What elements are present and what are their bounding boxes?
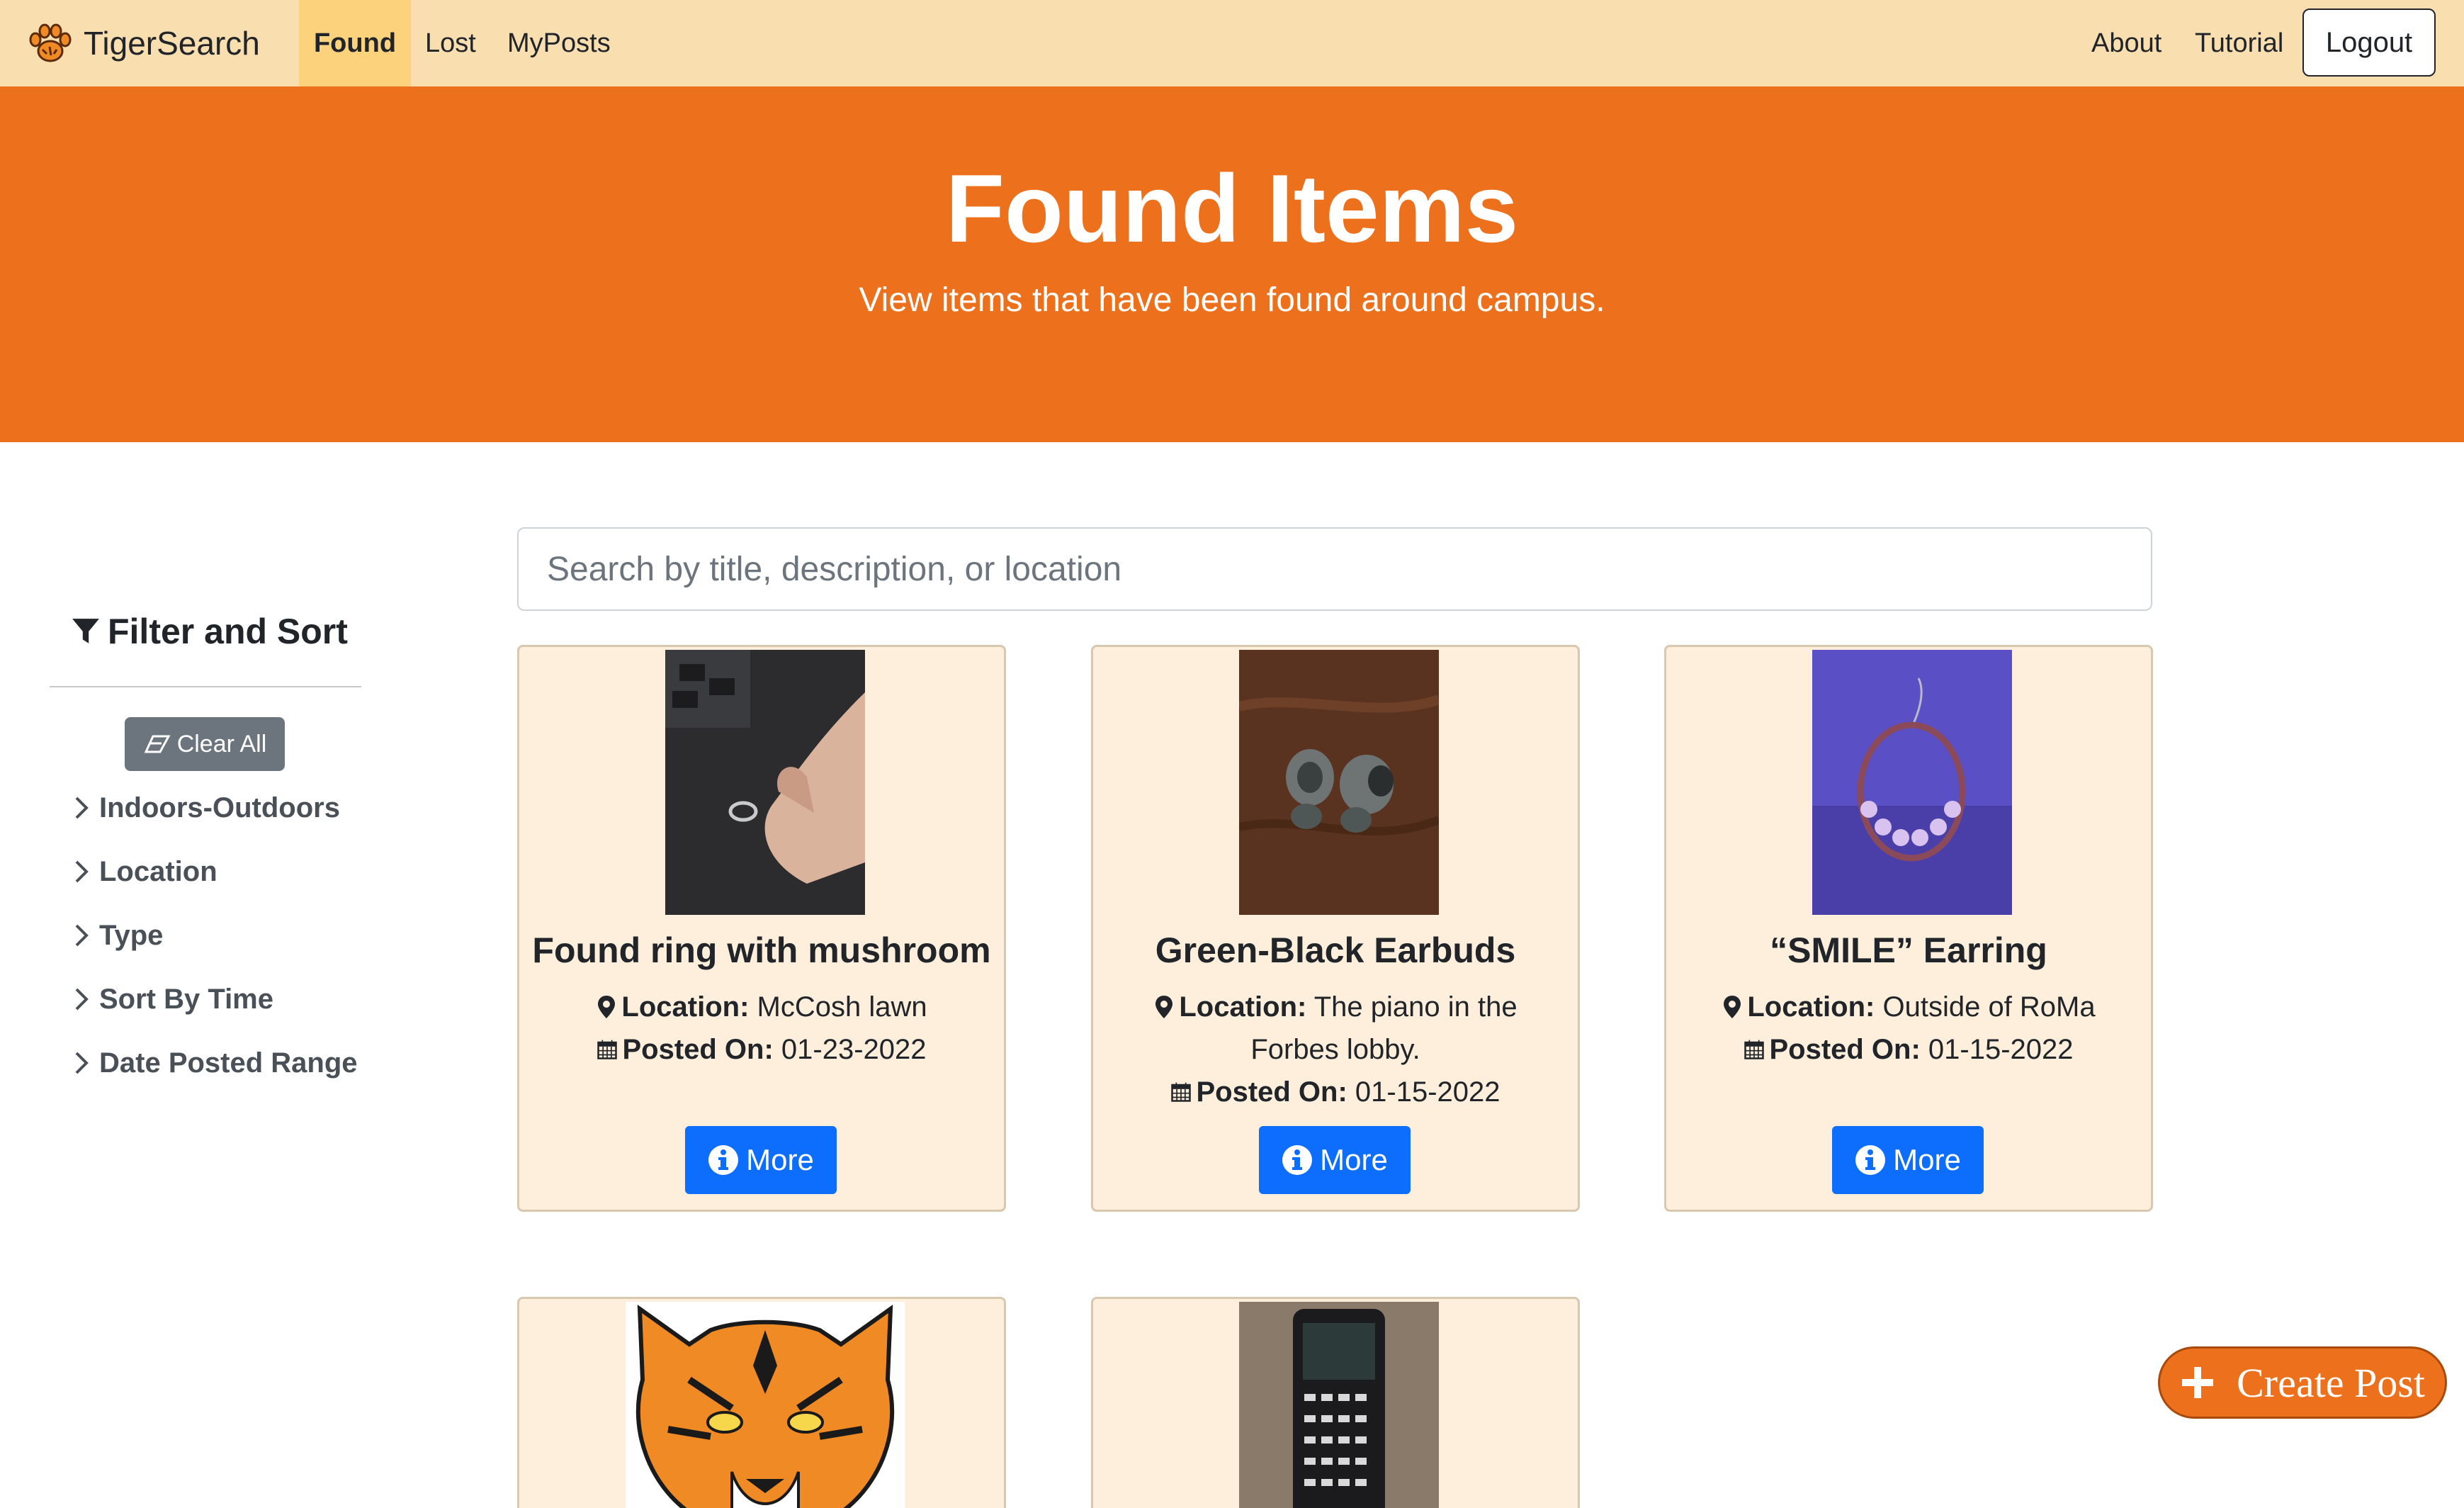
nav-lost[interactable]: Lost (425, 0, 476, 86)
nav-tutorial[interactable]: Tutorial (2195, 0, 2283, 86)
more-button[interactable]: More (685, 1126, 837, 1194)
nav-myposts[interactable]: MyPosts (507, 0, 611, 86)
item-card[interactable] (1091, 1297, 1580, 1508)
filter-sort-title: Filter and Sort (108, 612, 348, 651)
item-card[interactable]: “SMILE” Earring Location: Outside of RoM… (1664, 645, 2153, 1212)
item-location: McCosh lawn (757, 991, 927, 1023)
chevron-right-icon (75, 797, 89, 819)
item-posted-date: 01-15-2022 (1928, 1034, 2074, 1065)
more-button[interactable]: More (1259, 1126, 1411, 1194)
page-subtitle: View items that have been found around c… (859, 281, 1605, 319)
item-posted-date: 01-23-2022 (781, 1034, 927, 1065)
item-details: Location: Outside of RoMa Posted On: 01-… (1680, 986, 2137, 1071)
brand-name: TigerSearch (84, 25, 260, 62)
chevron-right-icon (75, 988, 89, 1011)
filter-indoors-outdoors[interactable]: Indoors-Outdoors (71, 787, 340, 829)
item-posted-date: 01-15-2022 (1355, 1076, 1501, 1108)
calendar-icon (597, 1040, 618, 1059)
item-location-line: Location: Outside of RoMa (1680, 986, 2137, 1028)
create-post-button[interactable]: Create Post (2158, 1346, 2447, 1419)
info-icon (1282, 1145, 1313, 1175)
more-label: More (746, 1143, 814, 1176)
nav-found[interactable]: Found (299, 0, 411, 86)
create-post-label: Create Post (2237, 1359, 2425, 1406)
filter-label: Type (99, 919, 164, 951)
item-location-line: Location: McCosh lawn (533, 986, 990, 1028)
filter-location[interactable]: Location (71, 850, 217, 893)
filter-label: Location (99, 855, 217, 887)
item-location: Outside of RoMa (1882, 991, 2096, 1023)
filter-divider (50, 686, 361, 687)
filter-sort-heading: Filter and Sort (71, 609, 348, 653)
plus-icon (2182, 1367, 2214, 1398)
info-icon (1855, 1145, 1886, 1175)
posted-on-label: Posted On: (622, 1034, 774, 1065)
chevron-right-icon (75, 860, 89, 883)
filter-label: Indoors-Outdoors (99, 792, 340, 823)
more-label: More (1320, 1143, 1388, 1176)
item-photo-earring (1812, 650, 2012, 915)
item-card[interactable] (517, 1297, 1006, 1508)
item-title: “SMILE” Earring (1770, 930, 2047, 970)
item-details: Location: McCosh lawn Posted On: 01-23-2… (533, 986, 990, 1071)
location-label: Location: (1747, 991, 1875, 1023)
posted-on-label: Posted On: (1769, 1034, 1921, 1065)
item-details: Location: The piano in the Forbes lobby.… (1107, 986, 1564, 1113)
filter-label: Sort By Time (99, 983, 273, 1015)
search-input[interactable] (517, 527, 2152, 611)
item-photo-calculator (1239, 1302, 1439, 1508)
filter-date-posted-range[interactable]: Date Posted Range (71, 1042, 358, 1084)
location-label: Location: (621, 991, 750, 1023)
filter-sort-by-time[interactable]: Sort By Time (71, 978, 273, 1020)
posted-on-label: Posted On: (1196, 1076, 1347, 1108)
hero-banner: Found Items View items that have been fo… (0, 86, 2464, 442)
calendar-icon (1744, 1040, 1765, 1059)
item-photo-tiger (626, 1302, 905, 1508)
chevron-right-icon (75, 924, 89, 947)
nav-about[interactable]: About (2091, 0, 2161, 86)
tiger-paw-icon (29, 23, 72, 62)
clear-all-button[interactable]: Clear All (125, 717, 285, 771)
filter-icon (72, 619, 99, 643)
more-label: More (1893, 1143, 1961, 1176)
item-posted-line: Posted On: 01-23-2022 (533, 1028, 990, 1071)
brand-link[interactable]: TigerSearch (26, 18, 260, 68)
item-title: Found ring with mushroom (532, 930, 991, 970)
map-pin-icon (1724, 996, 1741, 1018)
map-pin-icon (598, 996, 616, 1018)
item-posted-line: Posted On: 01-15-2022 (1107, 1071, 1564, 1113)
item-card[interactable]: Found ring with mushroom Location: McCos… (517, 645, 1006, 1212)
calendar-icon (1171, 1082, 1192, 1102)
info-icon (708, 1145, 739, 1175)
location-label: Location: (1179, 991, 1307, 1023)
chevron-right-icon (75, 1052, 89, 1074)
item-posted-line: Posted On: 01-15-2022 (1680, 1028, 2137, 1071)
clear-all-label: Clear All (176, 730, 267, 758)
logout-button[interactable]: Logout (2302, 9, 2436, 77)
page-title: Found Items (945, 154, 1519, 262)
filter-type[interactable]: Type (71, 914, 163, 957)
filter-label: Date Posted Range (99, 1047, 358, 1079)
item-photo-ring (665, 650, 865, 915)
item-photo-earbuds (1239, 650, 1439, 915)
eraser-icon (144, 735, 171, 753)
top-navbar: TigerSearch Found Lost MyPosts About Tut… (0, 0, 2464, 86)
item-card[interactable]: Green-Black Earbuds Location: The piano … (1091, 645, 1580, 1212)
item-location-line: Location: The piano in the Forbes lobby. (1107, 986, 1564, 1071)
map-pin-icon (1155, 996, 1173, 1018)
more-button[interactable]: More (1832, 1126, 1984, 1194)
item-title: Green-Black Earbuds (1155, 930, 1516, 970)
